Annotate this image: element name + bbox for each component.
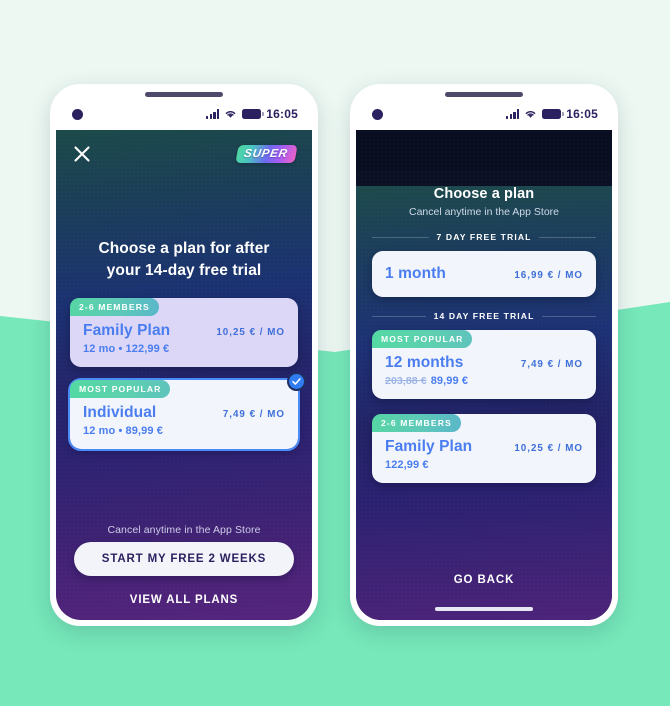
plan-name: Family Plan [83,322,171,339]
cancel-footnote-left: Cancel anytime in the App Store [107,524,261,536]
card-spacer [372,399,596,414]
wifi-icon [525,111,536,118]
plan-card-12-months[interactable]: MOST POPULAR 12 months 7,49 € / MO 203,8… [372,330,596,399]
plan-subtext: 203,88 €89,99 € [385,375,583,387]
status-time-left: 16:05 [266,107,298,121]
section-label-14day: 14 DAY FREE TRIAL [433,311,535,321]
check-circle-icon [287,372,306,391]
plan-price: 16,99 € / MO [514,270,583,281]
plan-old-price: 203,88 € [385,375,427,387]
plan-name: 1 month [385,265,446,282]
dark-overlay-band [356,130,612,170]
plan-tag-members: 2-6 MEMBERS [372,414,461,432]
home-indicator-bar [435,607,533,611]
camera-dot-icon [372,108,383,120]
status-time-right: 16:05 [566,107,598,121]
go-back-button[interactable]: GO BACK [356,574,612,586]
screen-right-body: Choose a plan Cancel anytime in the App … [356,130,612,620]
headline-line-1: Choose a plan for after [98,240,270,257]
wifi-icon [225,111,236,118]
section-divider-14day: 14 DAY FREE TRIAL [356,311,612,321]
plan-name: Family Plan [385,438,473,455]
page-title-right: Choose a plan [433,186,535,202]
phone-speaker-left [145,92,223,97]
plan-name: Individual [83,404,157,421]
close-x-icon[interactable] [72,144,92,164]
super-logo: SUPER [235,145,298,163]
plan-card-1-month[interactable]: 1 month 16,99 € / MO [372,251,596,297]
plan-subtext: 12 mo • 122,99 € [83,343,170,355]
plan-card-body: 1 month 16,99 € / MO [372,251,596,297]
plan-list-left: 2-6 MEMBERS Family Plan 10,25 € / MO 12 … [68,298,306,462]
plan-new-price: 89,99 € [430,375,469,387]
screen-left: SUPER Choose a plan for after your 14-da… [56,130,312,620]
plan-tag-popular: MOST POPULAR [70,380,171,398]
plan-tag-popular: MOST POPULAR [372,330,473,348]
divider-line-left [372,315,426,317]
plan-card-individual[interactable]: MOST POPULAR Individual 7,49 € / MO 12 m… [68,372,306,451]
plan-name: 12 months [385,354,464,371]
camera-dot-icon [72,108,83,120]
phone-right: 16:05 Choose a plan Cancel anytime in th… [350,84,618,626]
super-logo-text: SUPER [243,148,290,160]
battery-icon [242,109,265,119]
app-topbar-left: SUPER [56,130,312,164]
headline-line-2: your 14-day free trial [106,262,262,279]
section-divider-7day: 7 DAY FREE TRIAL [356,232,612,242]
page-subtitle-right: Cancel anytime in the App Store [408,206,559,218]
divider-line-left [372,236,429,238]
plan-subtext: 122,99 € [385,459,429,471]
signal-bars-icon [506,109,520,119]
signal-bars-icon [206,109,220,119]
plan-card-family[interactable]: 2-6 MEMBERS Family Plan 10,25 € / MO 12 … [70,298,298,367]
view-all-plans-link[interactable]: VIEW ALL PLANS [56,594,312,606]
divider-line-right [539,236,596,238]
start-free-trial-button[interactable]: START MY FREE 2 WEEKS [74,542,294,576]
phone-left: 16:05 SUPER Choose a plan for after your… [50,84,318,626]
divider-line-right [542,315,596,317]
plan-price: 10,25 € / MO [216,327,285,338]
plan-tag-members: 2-6 MEMBERS [70,298,159,316]
phone-speaker-right [445,92,523,97]
plan-price: 10,25 € / MO [514,443,583,454]
plan-list-14day: MOST POPULAR 12 months 7,49 € / MO 203,8… [356,330,612,483]
plan-card-family-right[interactable]: 2-6 MEMBERS Family Plan 10,25 € / MO 122… [372,414,596,483]
check-mark-glyph [292,378,301,385]
section-label-7day: 7 DAY FREE TRIAL [436,232,532,242]
plan-price: 7,49 € / MO [222,409,285,420]
page-headline-left: Choose a plan for after your 14-day free… [56,238,312,282]
screen-right: Choose a plan Cancel anytime in the App … [356,130,612,620]
plan-subtext: 12 mo • 89,99 € [83,425,163,437]
battery-icon [542,109,565,119]
plan-price: 7,49 € / MO [520,359,583,370]
plan-list-7day: 1 month 16,99 € / MO [356,251,612,297]
